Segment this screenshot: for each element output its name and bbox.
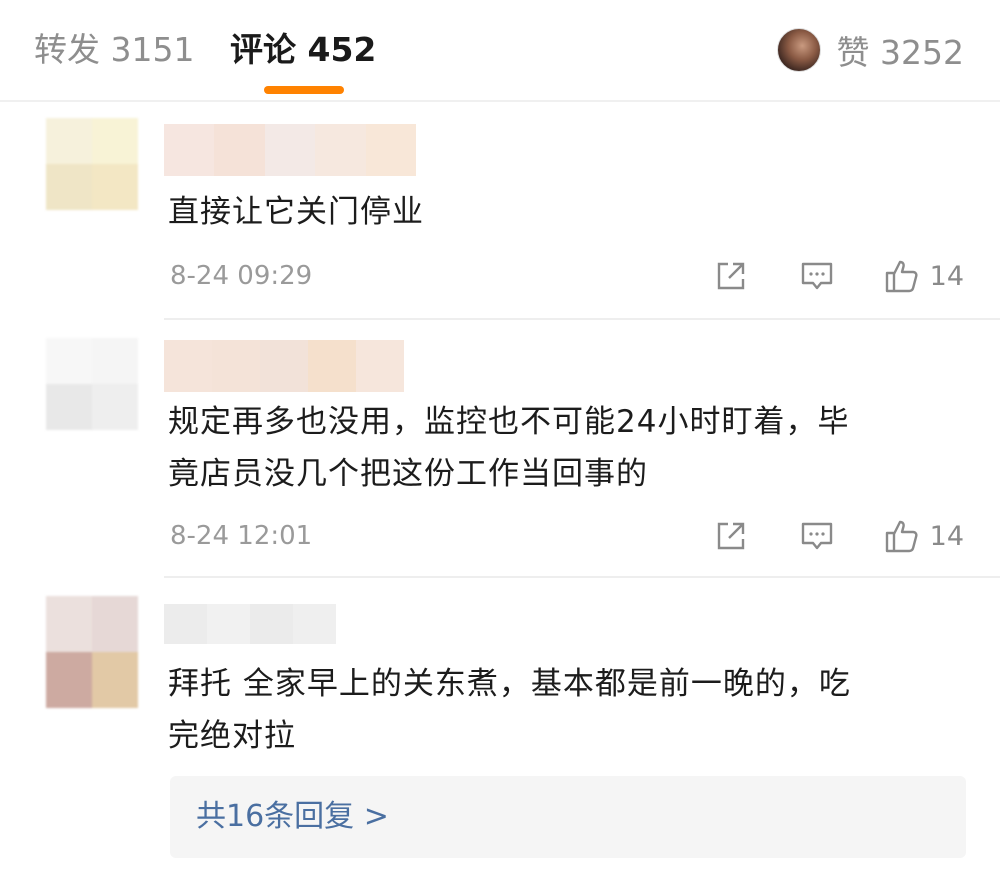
tab-repost[interactable]: 转发 3151 [34,28,194,72]
share-button[interactable] [714,259,748,293]
like-button[interactable]: 14 [884,258,964,294]
tab-comment[interactable]: 评论 452 [230,28,376,72]
comment-actions: 14 [714,516,964,556]
liker-avatar [776,28,821,72]
comment-time: 8-24 12:01 [170,521,313,551]
username[interactable] [164,604,336,644]
comment-icon [801,262,832,290]
comment-text-line: 完绝对拉 [168,718,296,754]
view-replies-link[interactable]: 共16条回复 > [196,796,389,838]
avatar[interactable] [46,118,138,210]
username[interactable] [164,340,404,392]
comment-text: 拜托 全家早上的关东煮，基本都是前一晚的，吃 完绝对拉 [168,658,968,762]
comment-icon [801,522,832,550]
comment-text-line: 规定再多也没用，监控也不可能24小时盯着，毕 [168,404,850,440]
reply-button[interactable] [800,259,834,293]
divider [0,100,1000,102]
share-button[interactable] [714,519,748,553]
tab-likes[interactable]: 赞 3252 [776,28,964,72]
thumbs-up-icon [885,520,918,553]
replies-box[interactable]: 共16条回复 > [170,776,966,858]
thumbs-up-icon [885,260,918,293]
like-button[interactable]: 14 [884,518,964,554]
avatar[interactable] [46,338,138,430]
comment-text-line: 直接让它关门停业 [168,194,424,230]
comment-text: 规定再多也没用，监控也不可能24小时盯着，毕 竟店员没几个把这份工作当回事的 [168,396,968,500]
divider [164,318,1000,320]
share-icon [717,522,744,550]
reply-button[interactable] [800,519,834,553]
divider [164,576,1000,578]
active-tab-indicator [264,86,344,94]
like-count: 14 [929,260,964,292]
comment-time: 8-24 09:29 [170,261,313,291]
comment-text-line: 拜托 全家早上的关东煮，基本都是前一晚的，吃 [168,666,851,702]
comment-text-line: 竟店员没几个把这份工作当回事的 [168,456,648,492]
share-icon [717,262,744,290]
like-count: 14 [929,520,964,552]
comment-tab-bar: 转发 3151 评论 452 赞 3252 [0,0,1000,100]
likes-count: 赞 3252 [836,33,964,72]
comment-actions: 14 [714,256,964,296]
username[interactable] [164,124,417,176]
avatar[interactable] [46,596,138,708]
comment-text: 直接让它关门停业 [168,186,968,238]
